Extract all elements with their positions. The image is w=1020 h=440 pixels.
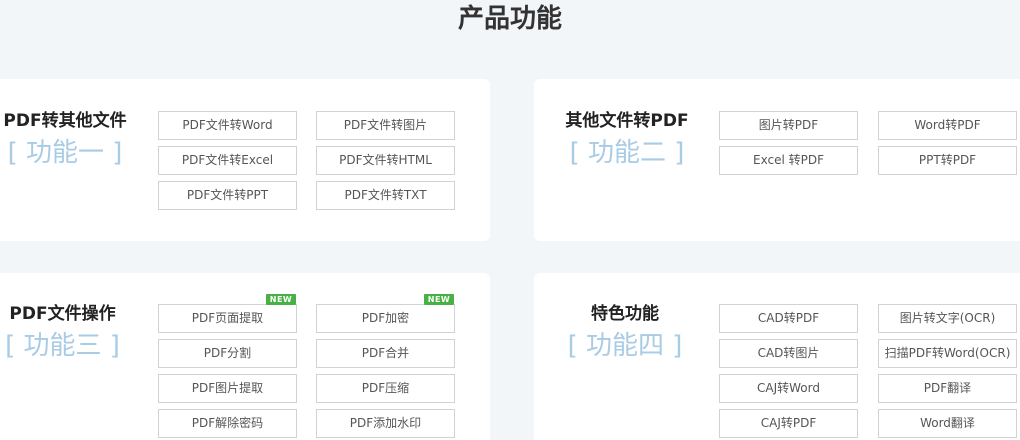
page-title: 产品功能 bbox=[457, 4, 562, 34]
card-subtitle: [ 功能三 ] bbox=[5, 331, 120, 361]
scan-pdf-to-word-ocr-button[interactable]: 扫描PDF转Word(OCR) bbox=[878, 339, 1017, 368]
pdf-to-image-button[interactable]: PDF文件转图片 bbox=[316, 111, 455, 140]
card-subtitle: [ 功能四 ] bbox=[567, 331, 683, 361]
new-badge: NEW bbox=[424, 294, 454, 305]
image-to-pdf-button[interactable]: 图片转PDF bbox=[719, 111, 858, 140]
pdf-remove-password-button[interactable]: PDF解除密码 bbox=[158, 409, 297, 438]
caj-to-word-button[interactable]: CAJ转Word bbox=[719, 374, 858, 403]
ppt-to-pdf-button[interactable]: PPT转PDF bbox=[878, 146, 1017, 175]
card-title: 特色功能 bbox=[591, 304, 659, 324]
word-translate-button[interactable]: Word翻译 bbox=[878, 409, 1017, 438]
cad-to-pdf-button[interactable]: CAD转PDF bbox=[719, 304, 858, 333]
card-pdf-to-other: PDF转其他文件 [ 功能一 ] PDF文件转Word PDF文件转图片 PDF… bbox=[0, 79, 490, 241]
card-title: PDF转其他文件 bbox=[3, 111, 127, 131]
pdf-add-watermark-button[interactable]: PDF添加水印 bbox=[316, 409, 455, 438]
pdf-to-html-button[interactable]: PDF文件转HTML bbox=[316, 146, 455, 175]
pdf-image-extract-button[interactable]: PDF图片提取 bbox=[158, 374, 297, 403]
excel-to-pdf-button[interactable]: Excel 转PDF bbox=[719, 146, 858, 175]
card-pdf-operations: PDF文件操作 [ 功能三 ] PDF页面提取 NEW PDF加密 NEW PD… bbox=[0, 273, 490, 440]
card-title: 其他文件转PDF bbox=[565, 111, 689, 131]
pdf-to-txt-button[interactable]: PDF文件转TXT bbox=[316, 181, 455, 210]
pdf-to-word-button[interactable]: PDF文件转Word bbox=[158, 111, 297, 140]
word-to-pdf-button[interactable]: Word转PDF bbox=[878, 111, 1017, 140]
image-to-text-ocr-button[interactable]: 图片转文字(OCR) bbox=[878, 304, 1017, 333]
pdf-split-button[interactable]: PDF分割 bbox=[158, 339, 297, 368]
pdf-encrypt-button[interactable]: PDF加密 bbox=[316, 304, 455, 333]
pdf-translate-button[interactable]: PDF翻译 bbox=[878, 374, 1017, 403]
new-badge: NEW bbox=[266, 294, 296, 305]
cad-to-image-button[interactable]: CAD转图片 bbox=[719, 339, 858, 368]
card-subtitle: [ 功能一 ] bbox=[7, 138, 123, 168]
pdf-merge-button[interactable]: PDF合并 bbox=[316, 339, 455, 368]
card-other-to-pdf: 其他文件转PDF [ 功能二 ] 图片转PDF Word转PDF Excel 转… bbox=[534, 79, 1020, 241]
pdf-compress-button[interactable]: PDF压缩 bbox=[316, 374, 455, 403]
caj-to-pdf-button[interactable]: CAJ转PDF bbox=[719, 409, 858, 438]
card-special-features: 特色功能 [ 功能四 ] CAD转PDF 图片转文字(OCR) CAD转图片 扫… bbox=[534, 273, 1020, 440]
pdf-page-extract-button[interactable]: PDF页面提取 bbox=[158, 304, 297, 333]
pdf-to-ppt-button[interactable]: PDF文件转PPT bbox=[158, 181, 297, 210]
card-title: PDF文件操作 bbox=[9, 304, 116, 324]
pdf-to-excel-button[interactable]: PDF文件转Excel bbox=[158, 146, 297, 175]
card-subtitle: [ 功能二 ] bbox=[569, 138, 685, 168]
